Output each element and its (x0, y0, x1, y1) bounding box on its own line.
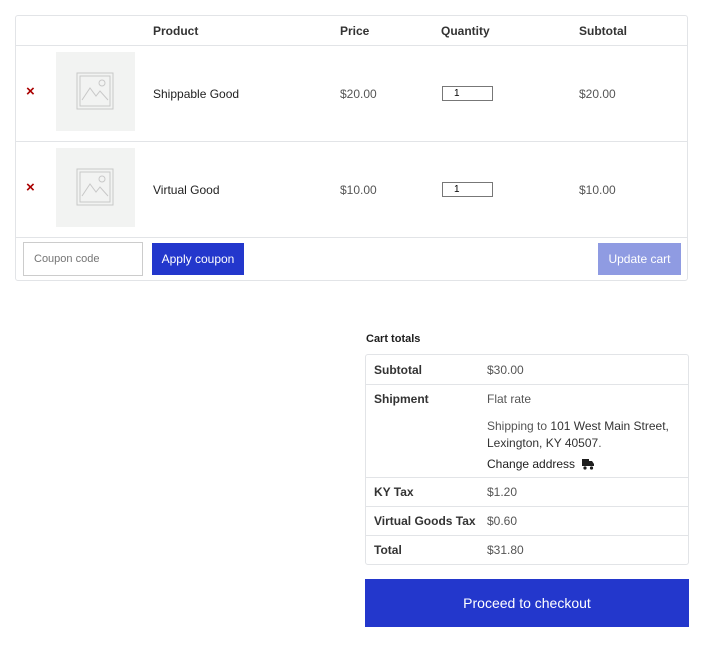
image-placeholder-icon (76, 72, 114, 110)
shipping-destination: Shipping to 101 West Main Street, Lexing… (487, 419, 669, 450)
coupon-code-input[interactable] (23, 242, 143, 276)
cart-totals-table: Subtotal $30.00 Shipment Flat rate Shipp… (365, 354, 689, 565)
proceed-to-checkout-button[interactable]: Proceed to checkout (365, 579, 689, 627)
totals-row-shipment: Shipment Flat rate Shipping to 101 West … (366, 384, 688, 478)
shipping-to-prefix: Shipping to (487, 419, 548, 433)
product-price: $20.00 (340, 87, 377, 101)
virtual-tax-label: Virtual Goods Tax (374, 514, 476, 528)
header-quantity: Quantity (441, 24, 490, 38)
header-product: Product (153, 24, 199, 38)
ky-tax-value: $1.20 (487, 485, 518, 499)
cart-totals-title: Cart totals (366, 333, 421, 345)
truck-icon (582, 459, 595, 470)
totals-row-virtual-tax: Virtual Goods Tax $0.60 (366, 506, 688, 536)
product-price: $10.00 (340, 183, 377, 197)
ky-tax-label: KY Tax (374, 485, 414, 499)
cart-table: Product Price Quantity Subtotal × Shippa… (15, 15, 688, 281)
product-subtotal: $20.00 (579, 87, 616, 101)
product-name[interactable]: Virtual Good (153, 183, 220, 197)
subtotal-value: $30.00 (487, 363, 524, 377)
total-label: Total (374, 543, 402, 557)
subtotal-label: Subtotal (374, 363, 422, 377)
change-address-link[interactable]: Change address (487, 457, 595, 471)
quantity-input[interactable] (442, 86, 493, 101)
totals-row-subtotal: Subtotal $30.00 (366, 355, 688, 385)
cart-item-row: × Shippable Good $20.00 $20.00 (16, 46, 687, 142)
remove-item-button[interactable]: × (26, 180, 35, 195)
shipment-label: Shipment (374, 392, 429, 406)
product-thumbnail[interactable] (56, 52, 135, 131)
total-value: $31.80 (487, 543, 524, 557)
update-cart-button[interactable]: Update cart (598, 243, 681, 275)
image-placeholder-icon (76, 168, 114, 206)
quantity-input[interactable] (442, 182, 493, 197)
totals-row-total: Total $31.80 (366, 535, 688, 564)
shipment-method: Flat rate (487, 392, 532, 406)
totals-row-ky-tax: KY Tax $1.20 (366, 477, 688, 507)
virtual-tax-value: $0.60 (487, 514, 518, 528)
cart-table-header: Product Price Quantity Subtotal (16, 16, 687, 46)
change-address-label: Change address (487, 457, 576, 471)
apply-coupon-button[interactable]: Apply coupon (152, 243, 244, 275)
header-subtotal: Subtotal (579, 24, 627, 38)
product-thumbnail[interactable] (56, 148, 135, 227)
product-name[interactable]: Shippable Good (153, 87, 239, 101)
header-price: Price (340, 24, 370, 38)
product-subtotal: $10.00 (579, 183, 616, 197)
remove-item-button[interactable]: × (26, 84, 35, 99)
cart-item-row: × Virtual Good $10.00 $10.00 (16, 142, 687, 238)
